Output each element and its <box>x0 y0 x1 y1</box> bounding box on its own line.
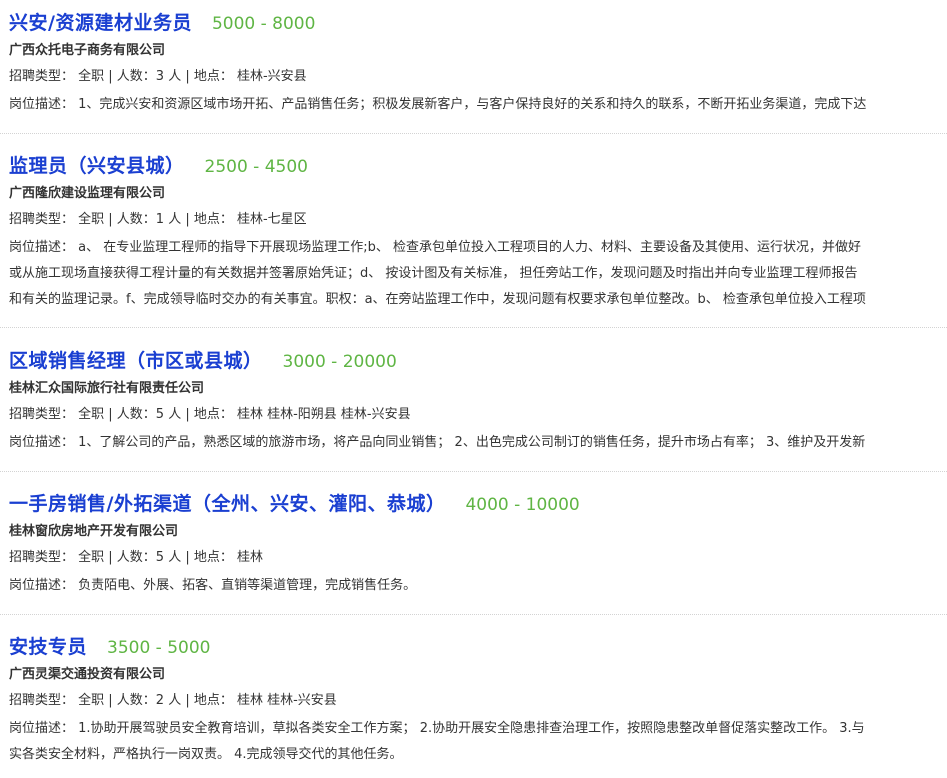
job-meta: 招聘类型： 全职 | 人数：3 人 | 地点： 桂林-兴安县 <box>9 65 307 84</box>
desc-line: 岗位描述： 1、完成兴安和资源区域市场开拓、产品销售任务；积极发展新客户，与客户… <box>9 92 947 118</box>
job-title-row: 区域销售经理（市区或县城） 3000 - 20000 <box>9 346 397 376</box>
company-name[interactable]: 广西隆欣建设监理有限公司 <box>9 182 165 201</box>
job-title-link[interactable]: 区域销售经理（市区或县城） <box>9 350 263 372</box>
type-label: 招聘类型： <box>9 550 75 565</box>
job-description: 岗位描述： 负责陌电、外展、拓客、直销等渠道管理，完成销售任务。 <box>9 573 947 599</box>
salary-range: 5000 - 8000 <box>211 14 316 34</box>
desc-label: 岗位描述： <box>9 721 75 736</box>
salary-range: 2500 - 4500 <box>204 157 308 177</box>
job-meta-value: 全职 | 人数：2 人 | 地点： 桂林 桂林-兴安县 <box>78 693 337 708</box>
job-card: 一手房销售/外拓渠道（全州、兴安、灌阳、恭城） 4000 - 10000 桂林窗欣… <box>0 489 947 615</box>
desc-line: 或从施工现场直接获得工程计量的有关数据并签署原始凭证；d、 按设计图及有关标准，… <box>9 266 858 281</box>
job-description: 岗位描述： 1、了解公司的产品，熟悉区域的旅游市场，将产品向同业销售； 2、出色… <box>9 430 947 456</box>
job-meta-value: 全职 | 人数：5 人 | 地点： 桂林 <box>78 550 263 565</box>
job-card: 监理员（兴安县城） 2500 - 4500 广西隆欣建设监理有限公司 招聘类型： … <box>0 151 947 328</box>
salary-range: 4000 - 10000 <box>465 495 580 515</box>
company-name[interactable]: 广西灵渠交通投资有限公司 <box>9 663 165 682</box>
job-title-row: 兴安/资源建材业务员 5000 - 8000 <box>9 8 315 38</box>
desc-line: 岗位描述： a、 在专业监理工程师的指导下开展现场监理工作;b、 检查承包单位投… <box>9 235 947 261</box>
job-meta-value: 全职 | 人数：3 人 | 地点： 桂林-兴安县 <box>78 69 307 84</box>
desc-label: 岗位描述： <box>9 435 75 450</box>
desc-text: 1、完成兴安和资源区域市场开拓、产品销售任务；积极发展新客户，与客户保持良好的关… <box>78 97 867 112</box>
desc-line: 和有关的监理记录。f、完成领导临时交办的有关事宜。职权：a、在旁站监理工作中，发… <box>9 292 866 307</box>
job-meta-value: 全职 | 人数：5 人 | 地点： 桂林 桂林-阳朔县 桂林-兴安县 <box>78 407 411 422</box>
job-meta: 招聘类型： 全职 | 人数：1 人 | 地点： 桂林-七星区 <box>9 208 307 227</box>
desc-text: a、 在专业监理工程师的指导下开展现场监理工作;b、 检查承包单位投入工程项目的… <box>78 240 862 255</box>
job-title-link[interactable]: 安技专员 <box>9 636 87 658</box>
job-meta: 招聘类型： 全职 | 人数：5 人 | 地点： 桂林 桂林-阳朔县 桂林-兴安县 <box>9 403 411 422</box>
desc-line: 岗位描述： 1、了解公司的产品，熟悉区域的旅游市场，将产品向同业销售； 2、出色… <box>9 430 947 456</box>
type-label: 招聘类型： <box>9 212 75 227</box>
job-title-link[interactable]: 一手房销售/外拓渠道（全州、兴安、灌阳、恭城） <box>9 493 445 515</box>
job-title-link[interactable]: 监理员（兴安县城） <box>9 155 185 177</box>
desc-label: 岗位描述： <box>9 578 75 593</box>
job-card: 兴安/资源建材业务员 5000 - 8000 广西众托电子商务有限公司 招聘类型：… <box>0 8 947 134</box>
job-meta-value: 全职 | 人数：1 人 | 地点： 桂林-七星区 <box>78 212 307 227</box>
desc-text: 负责陌电、外展、拓客、直销等渠道管理，完成销售任务。 <box>78 578 417 593</box>
job-meta: 招聘类型： 全职 | 人数：5 人 | 地点： 桂林 <box>9 546 263 565</box>
company-name[interactable]: 桂林窗欣房地产开发有限公司 <box>9 520 178 539</box>
desc-line: 实各类安全材料，严格执行一岗双责。 4.完成领导交代的其他任务。 <box>9 747 403 762</box>
divider <box>0 614 947 615</box>
job-description: 岗位描述： 1.协助开展驾驶员安全教育培训，草拟各类安全工作方案； 2.协助开展… <box>9 716 947 768</box>
type-label: 招聘类型： <box>9 407 75 422</box>
job-title-row: 安技专员 3500 - 5000 <box>9 632 211 662</box>
divider <box>0 327 947 328</box>
job-title-row: 监理员（兴安县城） 2500 - 4500 <box>9 151 308 181</box>
type-label: 招聘类型： <box>9 693 75 708</box>
job-card: 区域销售经理（市区或县城） 3000 - 20000 桂林汇众国际旅行社有限责任公… <box>0 346 947 472</box>
type-label: 招聘类型： <box>9 69 75 84</box>
job-meta: 招聘类型： 全职 | 人数：2 人 | 地点： 桂林 桂林-兴安县 <box>9 689 337 708</box>
salary-range: 3500 - 5000 <box>107 638 211 658</box>
job-description: 岗位描述： a、 在专业监理工程师的指导下开展现场监理工作;b、 检查承包单位投… <box>9 235 947 313</box>
desc-label: 岗位描述： <box>9 240 75 255</box>
job-title-row: 一手房销售/外拓渠道（全州、兴安、灌阳、恭城） 4000 - 10000 <box>9 489 580 519</box>
desc-label: 岗位描述： <box>9 97 75 112</box>
job-title-link[interactable]: 兴安/资源建材业务员 <box>9 12 192 34</box>
divider <box>0 471 947 472</box>
divider <box>0 133 947 134</box>
job-list: 兴安/资源建材业务员 5000 - 8000 广西众托电子商务有限公司 招聘类型：… <box>0 0 947 778</box>
company-name[interactable]: 桂林汇众国际旅行社有限责任公司 <box>9 377 204 396</box>
desc-line: 岗位描述： 负责陌电、外展、拓客、直销等渠道管理，完成销售任务。 <box>9 573 947 599</box>
job-card: 安技专员 3500 - 5000 广西灵渠交通投资有限公司 招聘类型： 全职 | … <box>0 632 947 778</box>
job-description: 岗位描述： 1、完成兴安和资源区域市场开拓、产品销售任务；积极发展新客户，与客户… <box>9 92 947 118</box>
desc-line: 岗位描述： 1.协助开展驾驶员安全教育培训，草拟各类安全工作方案； 2.协助开展… <box>9 716 947 742</box>
company-name[interactable]: 广西众托电子商务有限公司 <box>9 39 165 58</box>
desc-text: 1、了解公司的产品，熟悉区域的旅游市场，将产品向同业销售； 2、出色完成公司制订… <box>78 435 866 450</box>
desc-text: 1.协助开展驾驶员安全教育培训，草拟各类安全工作方案； 2.协助开展安全隐患排查… <box>78 721 865 736</box>
salary-range: 3000 - 20000 <box>282 352 397 372</box>
